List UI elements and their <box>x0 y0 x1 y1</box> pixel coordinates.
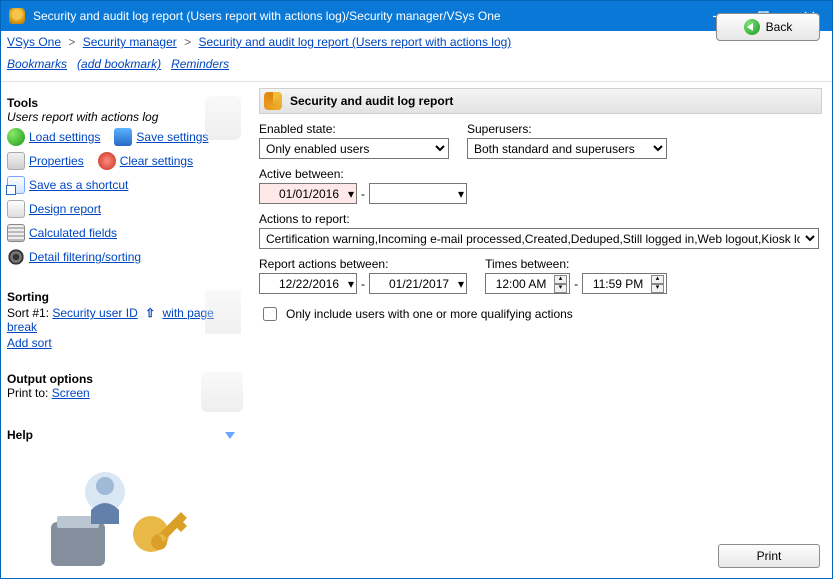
report-from-date[interactable]: ▾ <box>259 273 357 294</box>
only-include-label: Only include users with one or more qual… <box>286 307 573 321</box>
only-include-checkbox[interactable] <box>263 307 277 321</box>
time-spinner[interactable]: ▴▾ <box>651 275 664 293</box>
add-bookmark-link[interactable]: (add bookmark) <box>77 57 161 71</box>
time-from-input[interactable] <box>492 276 550 292</box>
active-to-input[interactable] <box>384 186 454 202</box>
save-shortcut-link[interactable]: Save as a shortcut <box>29 178 128 192</box>
actions-to-report-select[interactable]: Certification warning,Incoming e-mail pr… <box>259 228 819 249</box>
breadcrumb-link[interactable]: Security and audit log report (Users rep… <box>198 35 511 49</box>
report-title: Security and audit log report <box>290 94 453 108</box>
chevron-down-icon[interactable] <box>225 432 235 439</box>
active-from-input[interactable] <box>274 186 344 202</box>
properties-icon <box>7 152 25 170</box>
sort-label: Sort #1: <box>7 306 49 320</box>
detail-filter-link[interactable]: Detail filtering/sorting <box>29 250 141 264</box>
left-panel: Tools Users report with actions log Load… <box>1 82 249 578</box>
back-button-label: Back <box>766 20 793 34</box>
print-to-link[interactable]: Screen <box>52 386 90 400</box>
help-heading[interactable]: Help <box>7 428 33 442</box>
time-spinner[interactable]: ▴▾ <box>554 275 567 293</box>
back-arrow-icon <box>744 19 760 35</box>
active-to-date[interactable]: ▾ <box>369 183 467 204</box>
range-dash: - <box>361 277 365 291</box>
superusers-label: Superusers: <box>467 122 667 136</box>
active-from-date[interactable]: ▾ <box>259 183 357 204</box>
time-to-field[interactable]: ▴▾ <box>582 273 667 294</box>
back-button[interactable]: Back <box>716 13 820 41</box>
enabled-state-label: Enabled state: <box>259 122 449 136</box>
dropdown-icon[interactable]: ▾ <box>348 277 354 291</box>
breadcrumb-sep: > <box>184 35 191 49</box>
report-to-date[interactable]: ▾ <box>369 273 467 294</box>
reminders-link[interactable]: Reminders <box>171 57 229 71</box>
printer-icon <box>201 372 243 412</box>
only-include-row[interactable]: Only include users with one or more qual… <box>259 304 822 324</box>
clipboard-icon <box>205 96 241 140</box>
dropdown-icon[interactable]: ▾ <box>458 277 464 291</box>
breadcrumb-link[interactable]: VSys One <box>7 35 61 49</box>
range-dash: - <box>574 277 578 291</box>
range-dash: - <box>361 187 365 201</box>
report-icon <box>264 92 282 110</box>
time-to-input[interactable] <box>589 276 647 292</box>
times-between-label: Times between: <box>485 257 667 271</box>
breadcrumb-sep: > <box>68 35 75 49</box>
app-icon <box>9 8 25 24</box>
breadcrumb: VSys One > Security manager > Security a… <box>1 31 832 53</box>
print-to-label: Print to: <box>7 386 48 400</box>
calendar-icon <box>205 290 241 334</box>
calculated-fields-link[interactable]: Calculated fields <box>29 226 117 240</box>
breadcrumb-link[interactable]: Security manager <box>83 35 177 49</box>
load-settings-link[interactable]: Load settings <box>29 130 100 144</box>
time-from-field[interactable]: ▴▾ <box>485 273 570 294</box>
print-button-label: Print <box>757 549 782 563</box>
calc-icon <box>7 224 25 242</box>
print-button[interactable]: Print <box>718 544 820 568</box>
title-bar[interactable]: Security and audit log report (Users rep… <box>1 1 832 31</box>
clear-settings-link[interactable]: Clear settings <box>120 154 193 168</box>
load-icon <box>7 128 25 146</box>
bookmarks-link[interactable]: Bookmarks <box>7 57 67 71</box>
sort-asc-icon[interactable]: ⇧ <box>145 306 155 320</box>
properties-link[interactable]: Properties <box>29 154 84 168</box>
app-window: Security and audit log report (Users rep… <box>0 0 833 579</box>
clear-icon <box>98 152 116 170</box>
actions-to-report-label: Actions to report: <box>259 212 822 226</box>
bookmark-bar: Bookmarks (add bookmark) Reminders <box>1 53 832 81</box>
report-between-label: Report actions between: <box>259 257 467 271</box>
filter-icon <box>7 248 25 266</box>
save-icon <box>114 128 132 146</box>
sort-field-link[interactable]: Security user ID <box>52 306 137 320</box>
report-from-input[interactable] <box>274 276 344 292</box>
add-sort-link[interactable]: Add sort <box>7 336 52 350</box>
right-panel: Security and audit log report Enabled st… <box>249 82 832 578</box>
dropdown-icon[interactable]: ▾ <box>348 187 354 201</box>
enabled-state-select[interactable]: Only enabled users <box>259 138 449 159</box>
superusers-select[interactable]: Both standard and superusers <box>467 138 667 159</box>
dropdown-icon[interactable]: ▾ <box>458 187 464 201</box>
design-report-link[interactable]: Design report <box>29 202 101 216</box>
report-to-input[interactable] <box>384 276 454 292</box>
security-illustration <box>47 452 187 572</box>
design-icon <box>7 200 25 218</box>
report-header: Security and audit log report <box>259 88 822 114</box>
content-area: Tools Users report with actions log Load… <box>1 81 832 578</box>
window-title: Security and audit log report (Users rep… <box>33 9 694 23</box>
active-between-label: Active between: <box>259 167 822 181</box>
shortcut-icon <box>7 176 25 194</box>
save-settings-link[interactable]: Save settings <box>136 130 208 144</box>
